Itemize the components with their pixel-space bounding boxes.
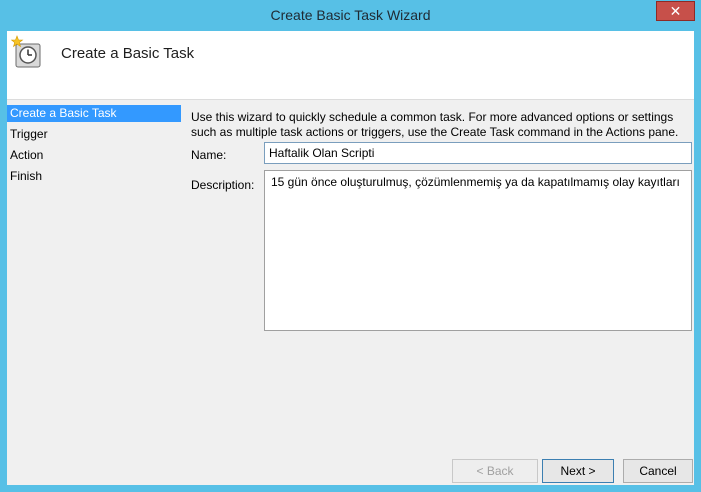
name-input[interactable]	[264, 142, 692, 164]
intro-line-2: such as multiple task actions or trigger…	[191, 125, 679, 139]
name-label: Name:	[191, 148, 227, 162]
intro-line-1: Use this wizard to quickly schedule a co…	[191, 110, 674, 124]
back-button[interactable]: < Back	[452, 459, 538, 483]
nav-step-create-basic-task[interactable]: Create a Basic Task	[7, 105, 181, 122]
close-icon: ✕	[669, 3, 682, 19]
cancel-button[interactable]: Cancel	[623, 459, 693, 483]
wizard-window: Create Basic Task Wizard ✕ Create a Basi…	[0, 0, 701, 492]
description-label: Description:	[191, 178, 255, 192]
description-input[interactable]: 15 gün önce oluşturulmuş, çözümlenmemiş …	[264, 170, 692, 331]
nav-step-action[interactable]: Action	[7, 147, 181, 164]
intro-text: Use this wizard to quickly schedule a co…	[191, 110, 691, 140]
nav-step-finish[interactable]: Finish	[7, 168, 181, 185]
close-button[interactable]: ✕	[656, 1, 695, 21]
nav-step-trigger[interactable]: Trigger	[7, 126, 181, 143]
wizard-header: Create a Basic Task	[7, 31, 694, 100]
task-scheduler-clock-icon	[11, 35, 41, 68]
wizard-content: Use this wizard to quickly schedule a co…	[183, 101, 694, 485]
title-bar[interactable]: Create Basic Task Wizard ✕	[0, 0, 701, 31]
page-title: Create a Basic Task	[61, 45, 195, 62]
wizard-body: Create a Basic Task Create a Basic Task …	[7, 31, 694, 485]
window-title: Create Basic Task Wizard	[270, 7, 431, 23]
next-button[interactable]: Next >	[542, 459, 614, 483]
wizard-steps-nav: Create a Basic Task Trigger Action Finis…	[7, 105, 181, 485]
